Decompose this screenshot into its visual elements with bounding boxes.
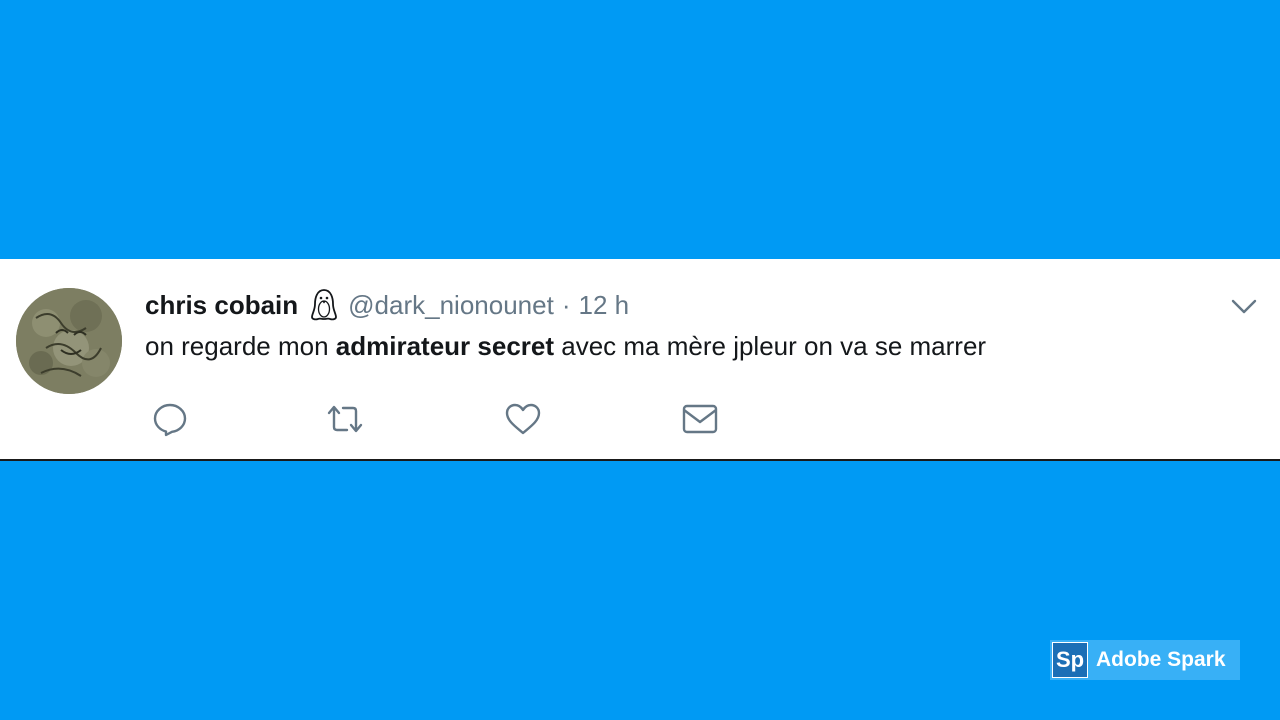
direct-message-icon[interactable] (680, 399, 720, 439)
adobe-spark-watermark: Sp Adobe Spark (1050, 640, 1240, 680)
tweet-actions (150, 399, 750, 439)
reply-icon[interactable] (150, 399, 190, 439)
timestamp[interactable]: 12 h (578, 290, 629, 321)
tweet-text-start: on regarde mon (145, 331, 336, 361)
avatar[interactable] (16, 288, 122, 394)
like-icon[interactable] (503, 399, 543, 439)
tweet-text-bold: admirateur secret (335, 331, 555, 361)
tweet-text-end: avec ma mère jpleur on va se marrer (554, 331, 987, 361)
tweet-header: chris cobain @dark_nionounet · 12 h (145, 287, 629, 323)
display-name[interactable]: chris cobain (145, 290, 298, 321)
penguin-icon (310, 288, 338, 322)
separator: · (561, 289, 571, 320)
tweet-card[interactable]: chris cobain @dark_nionounet · 12 h on r… (0, 259, 1280, 461)
retweet-icon[interactable] (325, 399, 365, 439)
handle[interactable]: @dark_nionounet (348, 290, 554, 321)
tweet-text: on regarde mon admirateur secret avec ma… (145, 331, 986, 362)
chevron-down-icon[interactable] (1230, 295, 1258, 319)
watermark-label: Adobe Spark (1096, 648, 1226, 671)
adobe-spark-logo: Sp (1052, 642, 1088, 678)
